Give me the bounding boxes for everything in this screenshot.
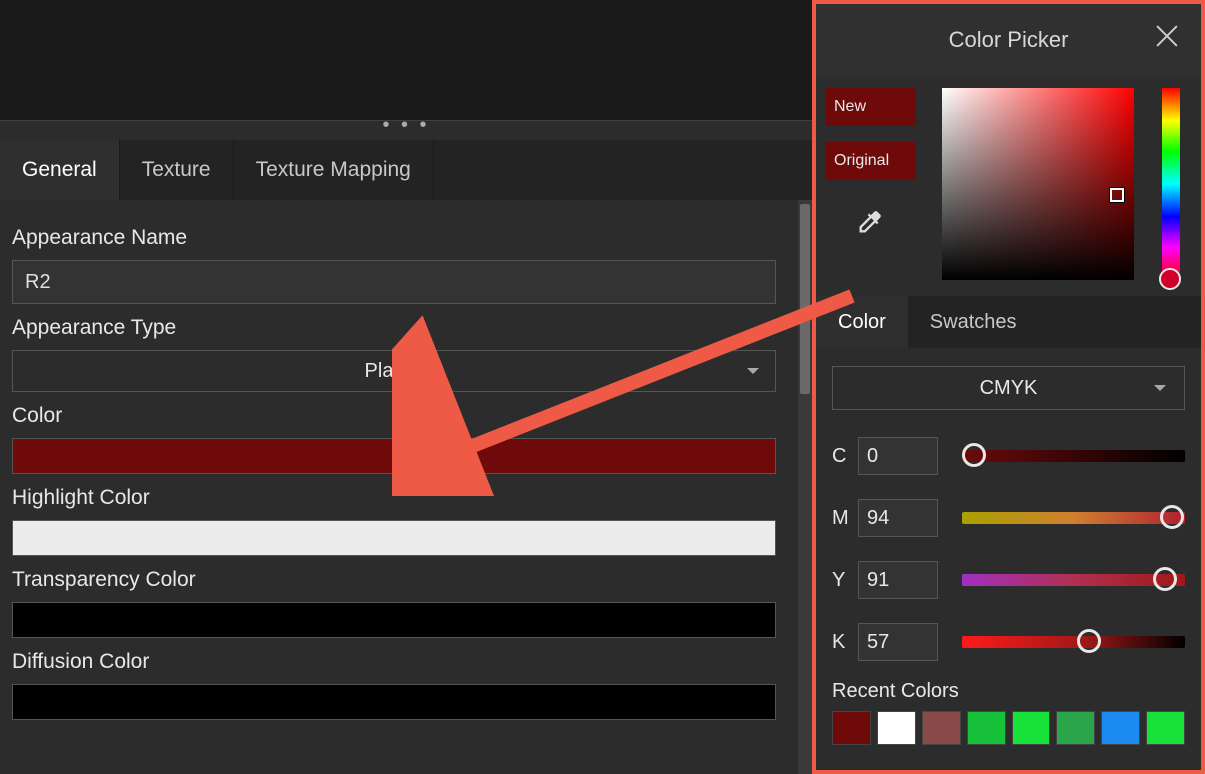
color-picker-header: Color Picker [816, 4, 1201, 76]
channel-input-c[interactable] [858, 437, 938, 475]
slider-track-k[interactable] [962, 636, 1185, 648]
channel-label-k: K [832, 631, 858, 654]
color-picker-title: Color Picker [949, 27, 1069, 53]
hue-thumb[interactable] [1159, 268, 1181, 290]
channel-input-m[interactable] [858, 499, 938, 537]
recent-swatch[interactable] [967, 711, 1006, 745]
new-color-chip[interactable]: New [826, 88, 916, 126]
transparency-color-label: Transparency Color [12, 568, 798, 592]
chevron-down-icon [1154, 385, 1166, 391]
channel-input-k[interactable] [858, 623, 938, 661]
slider-thumb-y[interactable] [1153, 567, 1177, 591]
channel-label-c: C [832, 445, 858, 468]
color-preview-row: New Original [816, 76, 1201, 296]
slider-thumb-k[interactable] [1077, 629, 1101, 653]
recent-swatch[interactable] [1056, 711, 1095, 745]
saturation-value-field[interactable] [942, 88, 1134, 280]
color-picker-subtabs: Color Swatches [816, 296, 1201, 348]
properties-panel: • • • General Texture Texture Mapping Ap… [0, 0, 812, 774]
transparency-color-swatch[interactable] [12, 602, 776, 638]
color-model-select[interactable]: CMYK [832, 366, 1185, 410]
channel-label-m: M [832, 507, 858, 530]
slider-row-m: M [832, 492, 1185, 544]
form-body: Appearance Name Appearance Type Plastic … [0, 200, 812, 774]
chevron-down-icon [747, 368, 759, 374]
appearance-type-value: Plastic [365, 360, 424, 383]
diffusion-color-label: Diffusion Color [12, 650, 798, 674]
color-picker-panel: Color Picker New Original Color Swatches… [812, 0, 1205, 774]
tab-general[interactable]: General [0, 140, 120, 200]
recent-swatch[interactable] [922, 711, 961, 745]
recent-swatch[interactable] [832, 711, 871, 745]
form-scrollbar[interactable] [798, 200, 812, 774]
slider-track-y[interactable] [962, 574, 1185, 586]
recent-swatch[interactable] [1012, 711, 1051, 745]
original-color-chip[interactable]: Original [826, 142, 916, 180]
slider-row-c: C [832, 430, 1185, 482]
recent-colors-row [832, 711, 1185, 745]
panel-drag-handle[interactable]: • • • [0, 120, 812, 140]
close-icon[interactable] [1153, 22, 1181, 50]
slider-row-k: K [832, 616, 1185, 668]
slider-thumb-m[interactable] [1160, 505, 1184, 529]
color-label: Color [12, 404, 798, 428]
color-swatch[interactable] [12, 438, 776, 474]
highlight-color-swatch[interactable] [12, 520, 776, 556]
slider-track-c[interactable] [962, 450, 1185, 462]
hue-slider[interactable] [1162, 88, 1180, 280]
appearance-name-label: Appearance Name [12, 226, 798, 250]
channel-input-y[interactable] [858, 561, 938, 599]
tab-texture-mapping[interactable]: Texture Mapping [234, 140, 434, 200]
recent-swatch[interactable] [1101, 711, 1140, 745]
slider-thumb-c[interactable] [962, 443, 986, 467]
recent-swatch[interactable] [877, 711, 916, 745]
tab-texture[interactable]: Texture [120, 140, 234, 200]
viewport-area [0, 0, 812, 120]
highlight-color-label: Highlight Color [12, 486, 798, 510]
channel-label-y: Y [832, 569, 858, 592]
color-picker-body: CMYK C M Y K [816, 348, 1201, 745]
recent-swatch[interactable] [1146, 711, 1185, 745]
sv-marker[interactable] [1110, 188, 1124, 202]
eyedropper-icon[interactable] [856, 208, 884, 236]
slider-track-m[interactable] [962, 512, 1185, 524]
scrollbar-thumb[interactable] [800, 204, 810, 394]
subtab-color[interactable]: Color [816, 296, 908, 348]
properties-tabs: General Texture Texture Mapping [0, 140, 812, 200]
diffusion-color-swatch[interactable] [12, 684, 776, 720]
color-model-value: CMYK [980, 377, 1038, 400]
appearance-name-input[interactable] [12, 260, 776, 304]
subtab-swatches[interactable]: Swatches [908, 296, 1039, 348]
slider-row-y: Y [832, 554, 1185, 606]
appearance-type-select[interactable]: Plastic [12, 350, 776, 392]
recent-colors-label: Recent Colors [832, 680, 1185, 703]
appearance-type-label: Appearance Type [12, 316, 798, 340]
